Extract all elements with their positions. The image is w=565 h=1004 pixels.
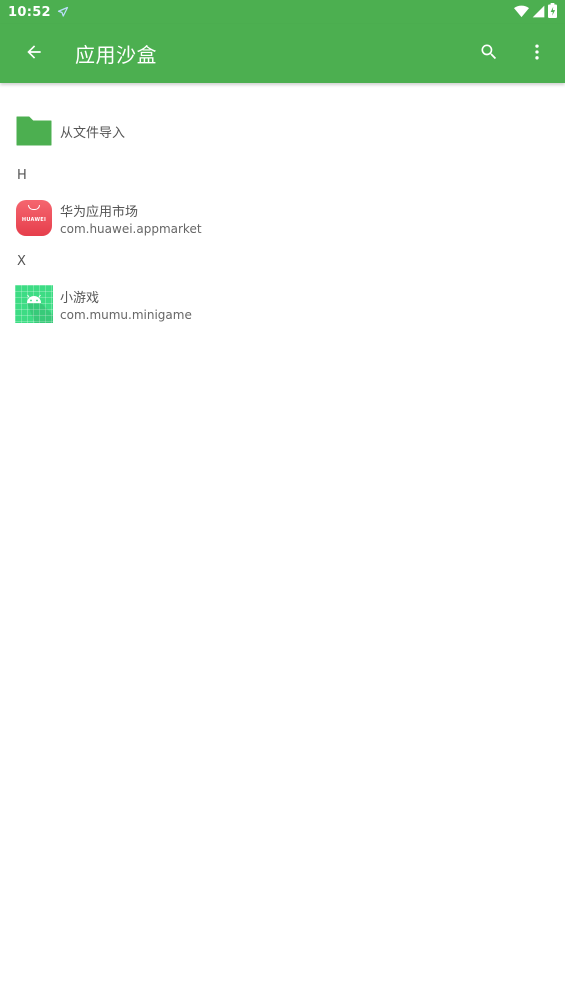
app-name: 华为应用市场 [60, 204, 139, 220]
section-header-x: X [17, 254, 26, 269]
app-list-item-huawei-appmarket[interactable]: HUAWEI 华为应用市场 com.huawei.appmarket [15, 199, 202, 237]
app-package: com.huawei.appmarket [60, 221, 202, 236]
search-button[interactable] [465, 26, 513, 82]
app-list-item-minigame[interactable]: 小游戏 com.mumu.minigame [15, 285, 192, 323]
battery-charging-icon [548, 2, 557, 22]
back-button[interactable] [6, 26, 62, 82]
more-options-button[interactable] [513, 26, 561, 82]
android-icon [15, 285, 53, 323]
arrow-back-icon [24, 42, 44, 66]
huawei-icon-text: HUAWEI [21, 216, 47, 223]
status-bar: 10:52 [0, 0, 565, 24]
status-time: 10:52 [8, 4, 51, 20]
more-vert-icon [527, 42, 547, 66]
import-from-file-label: 从文件导入 [60, 125, 126, 141]
app-package: com.mumu.minigame [60, 307, 192, 322]
section-header-h: H [17, 168, 27, 183]
search-icon [479, 42, 499, 66]
cell-signal-icon [532, 3, 545, 22]
folder-icon [15, 112, 53, 150]
huawei-appgallery-icon: HUAWEI [16, 200, 52, 236]
import-from-file-item[interactable]: 从文件导入 [15, 112, 125, 150]
app-toolbar: 应用沙盒 [0, 24, 565, 83]
app-name: 小游戏 [60, 290, 100, 306]
page-title: 应用沙盒 [75, 43, 157, 67]
navigation-icon [57, 6, 69, 18]
wifi-icon [514, 3, 529, 22]
